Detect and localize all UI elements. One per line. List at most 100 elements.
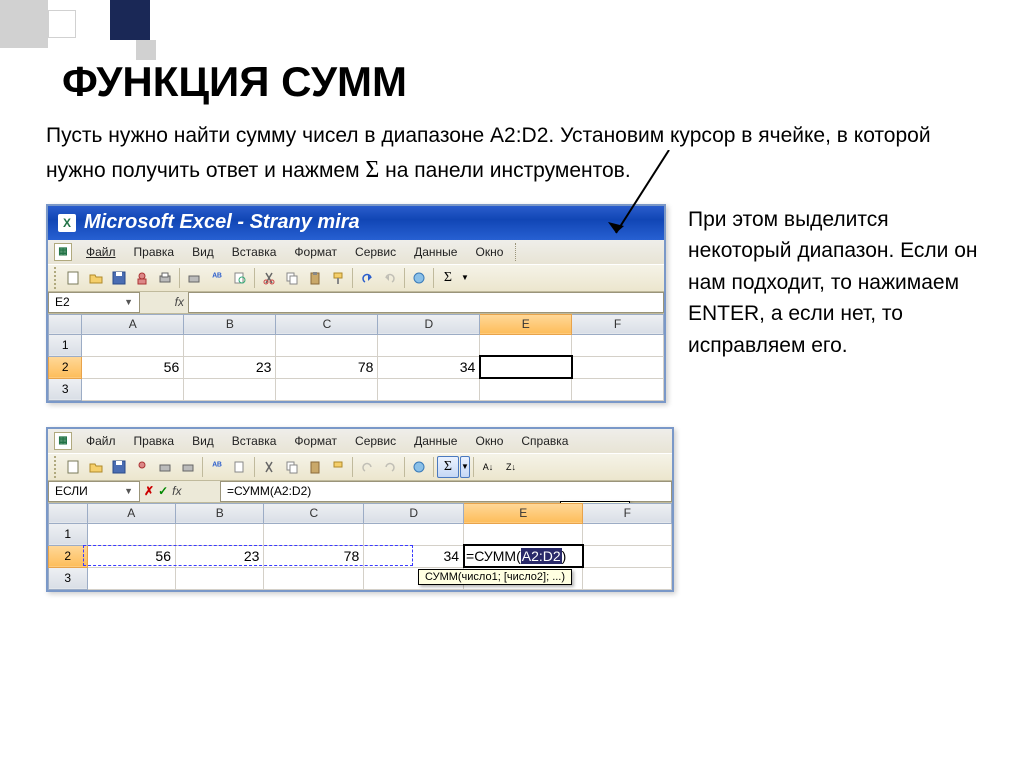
print-icon[interactable]	[154, 456, 176, 478]
hyperlink-icon[interactable]	[408, 267, 430, 289]
chevron-down-icon[interactable]: ▼	[124, 486, 133, 496]
select-all-corner[interactable]	[49, 314, 82, 334]
menu-format[interactable]: Формат	[286, 432, 345, 450]
permission-icon[interactable]	[131, 267, 153, 289]
cut-icon[interactable]	[258, 267, 280, 289]
menu-tools[interactable]: Сервис	[347, 243, 404, 261]
chevron-down-icon[interactable]: ▼	[124, 297, 133, 307]
copy-icon[interactable]	[281, 267, 303, 289]
col-header-A[interactable]: A	[87, 503, 175, 523]
sort-desc-icon[interactable]: Z↓	[500, 456, 522, 478]
cut-icon[interactable]	[258, 456, 280, 478]
row-header-3[interactable]: 3	[49, 567, 88, 589]
cell-B2[interactable]: 23	[184, 356, 276, 378]
col-header-E[interactable]: E	[480, 314, 572, 334]
new-icon[interactable]	[62, 267, 84, 289]
menu-edit[interactable]: Правка	[126, 432, 183, 450]
cell-B2[interactable]: 23	[176, 545, 264, 567]
col-header-C[interactable]: C	[276, 314, 378, 334]
undo-icon[interactable]	[356, 456, 378, 478]
cell-E2-formula[interactable]: =СУММ(A2:D2)	[464, 545, 583, 567]
undo-icon[interactable]	[356, 267, 378, 289]
spelling-icon[interactable]: ᴬᴮ	[206, 267, 228, 289]
menu-file[interactable]: Файл	[78, 243, 124, 261]
col-header-D[interactable]: D	[364, 503, 464, 523]
col-header-C[interactable]: C	[264, 503, 364, 523]
col-header-D[interactable]: D	[378, 314, 480, 334]
spelling-icon[interactable]: ᴬᴮ	[206, 456, 228, 478]
cell-E2-active[interactable]	[480, 356, 572, 378]
cell-A2[interactable]: 56	[87, 545, 175, 567]
save-icon[interactable]	[108, 267, 130, 289]
row-header-1[interactable]: 1	[49, 334, 82, 356]
menu-data[interactable]: Данные	[406, 432, 465, 450]
row-header-1[interactable]: 1	[49, 523, 88, 545]
menu-tools[interactable]: Сервис	[347, 432, 404, 450]
sort-asc-icon[interactable]: A↓	[477, 456, 499, 478]
formula-bar[interactable]	[188, 292, 664, 313]
menu-format[interactable]: Формат	[286, 243, 345, 261]
spreadsheet-grid[interactable]: A B C D E F 1 2 56 23 78 34 3	[48, 314, 664, 401]
menu-bar[interactable]: ▦ Файл Правка Вид Вставка Формат Сервис …	[48, 240, 664, 264]
menu-window[interactable]: Окно	[467, 243, 511, 261]
standard-toolbar[interactable]: ᴬᴮ Σ ▼	[48, 264, 664, 292]
cell-D2[interactable]: 34	[364, 545, 464, 567]
name-box-2[interactable]: ЕСЛИ▼	[48, 481, 140, 502]
cancel-icon[interactable]: ✗	[144, 484, 154, 498]
open-icon[interactable]	[85, 267, 107, 289]
print-icon[interactable]	[154, 267, 176, 289]
redo-icon[interactable]	[379, 267, 401, 289]
cell-C2[interactable]: 78	[276, 356, 378, 378]
col-header-B[interactable]: B	[176, 503, 264, 523]
select-all-corner[interactable]	[49, 503, 88, 523]
col-header-E[interactable]: E	[464, 503, 583, 523]
menu-edit[interactable]: Правка	[126, 243, 183, 261]
cell-C2[interactable]: 78	[264, 545, 364, 567]
permission-icon[interactable]	[131, 456, 153, 478]
formula-bar-2[interactable]: =СУММ(A2:D2)	[220, 481, 672, 502]
menu-help[interactable]: Справка	[513, 432, 576, 450]
menu-file[interactable]: Файл	[78, 432, 124, 450]
menu-view[interactable]: Вид	[184, 432, 222, 450]
menu-view[interactable]: Вид	[184, 243, 222, 261]
save-icon[interactable]	[108, 456, 130, 478]
research-icon[interactable]	[229, 456, 251, 478]
format-painter-icon[interactable]	[327, 456, 349, 478]
menu-window[interactable]: Окно	[467, 432, 511, 450]
col-header-A[interactable]: A	[82, 314, 184, 334]
autosum-icon-highlighted[interactable]: Σ	[437, 456, 459, 478]
redo-icon[interactable]	[379, 456, 401, 478]
fx-icon[interactable]: fx	[172, 484, 181, 498]
row-header-3[interactable]: 3	[49, 378, 82, 400]
name-box[interactable]: E2▼	[48, 292, 140, 313]
standard-toolbar-2[interactable]: ᴬᴮ Σ ▼ A↓ Z↓	[48, 453, 672, 481]
col-header-F[interactable]: F	[572, 314, 664, 334]
row-header-2[interactable]: 2	[49, 545, 88, 567]
fx-icon[interactable]: fx	[175, 295, 184, 309]
research-icon[interactable]	[229, 267, 251, 289]
spreadsheet-grid-2[interactable]: A B C D E F 1 2 56 23 78 34 =СУММ(A2:D2)…	[48, 503, 672, 590]
hyperlink-icon[interactable]	[408, 456, 430, 478]
autosum-icon[interactable]: Σ	[437, 267, 459, 289]
col-header-B[interactable]: B	[184, 314, 276, 334]
menu-data[interactable]: Данные	[406, 243, 465, 261]
menu-insert[interactable]: Вставка	[224, 432, 285, 450]
enter-icon[interactable]: ✓	[158, 484, 168, 498]
print-preview-icon[interactable]	[177, 456, 199, 478]
new-icon[interactable]	[62, 456, 84, 478]
autosum-dropdown-icon[interactable]: ▼	[460, 456, 470, 478]
open-icon[interactable]	[85, 456, 107, 478]
cell-A2[interactable]: 56	[82, 356, 184, 378]
paste-icon[interactable]	[304, 267, 326, 289]
menu-bar-2[interactable]: ▦ Файл Правка Вид Вставка Формат Сервис …	[48, 429, 672, 453]
cell-D2[interactable]: 34	[378, 356, 480, 378]
excel-screenshot-1: X Microsoft Excel - Strany mira ▦ Файл П…	[46, 204, 666, 403]
format-painter-icon[interactable]	[327, 267, 349, 289]
copy-icon[interactable]	[281, 456, 303, 478]
menu-insert[interactable]: Вставка	[224, 243, 285, 261]
row-header-2[interactable]: 2	[49, 356, 82, 378]
autosum-dropdown-icon[interactable]: ▼	[460, 267, 470, 289]
paste-icon[interactable]	[304, 456, 326, 478]
col-header-F[interactable]: F	[583, 503, 672, 523]
print-preview-icon[interactable]	[183, 267, 205, 289]
